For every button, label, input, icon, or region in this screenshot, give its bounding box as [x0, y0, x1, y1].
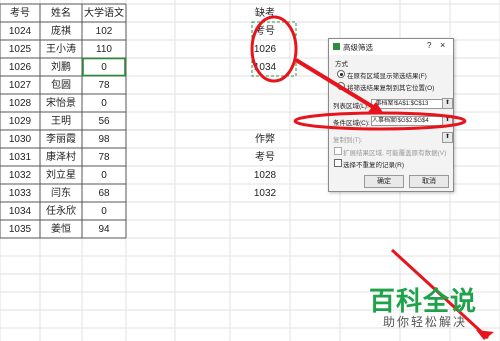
table-cell[interactable]: 0: [82, 97, 126, 110]
table-cell[interactable]: 1033: [0, 187, 40, 200]
table-cell[interactable]: 任永欣: [40, 205, 82, 218]
dialog-title: 高级筛选: [343, 43, 373, 52]
criteria-range-input[interactable]: 人事档案!$G$2:$G$4: [371, 116, 443, 126]
column-header[interactable]: 大学语文: [82, 7, 126, 20]
criteria-cell[interactable]: 考号: [240, 25, 290, 38]
table-cell[interactable]: 68: [82, 187, 126, 200]
criteria-cell[interactable]: 1034: [240, 61, 290, 74]
table-cell[interactable]: 0: [82, 205, 126, 218]
copy-to-picker-icon[interactable]: ⬆: [442, 132, 453, 143]
cheat-header-cell[interactable]: 作弊: [240, 133, 290, 146]
table-cell[interactable]: 1024: [0, 25, 40, 38]
table-cell[interactable]: 姜恒: [40, 223, 82, 236]
table-cell[interactable]: 1026: [0, 61, 40, 74]
radio-copy[interactable]: [337, 82, 345, 90]
unique-label[interactable]: 选择不重复的记录(R): [343, 159, 404, 169]
cancel-button[interactable]: 取消: [409, 175, 449, 188]
expand-checkbox[interactable]: [334, 147, 342, 155]
table-cell[interactable]: 1029: [0, 115, 40, 128]
cheat-cell[interactable]: 1032: [240, 187, 290, 200]
table-cell[interactable]: 刘立星: [40, 169, 82, 182]
mode-label: 方式: [335, 61, 348, 68]
table-cell[interactable]: 刘鹏: [40, 61, 82, 74]
dialog-title-bar: 高级筛选 ? ×: [329, 39, 453, 55]
table-cell[interactable]: 1028: [0, 97, 40, 110]
unique-checkbox[interactable]: [334, 159, 342, 167]
table-cell[interactable]: 102: [82, 25, 126, 38]
table-cell[interactable]: 78: [82, 151, 126, 164]
table-cell[interactable]: 78: [82, 79, 126, 92]
column-header[interactable]: 姓名: [40, 7, 82, 20]
table-cell[interactable]: 庞祺: [40, 25, 82, 38]
close-button[interactable]: ×: [440, 40, 445, 50]
table-cell[interactable]: 1031: [0, 151, 40, 164]
radio-inplace[interactable]: [337, 70, 345, 78]
expand-label: 扩展结果区域, 可能覆盖原有数据(V): [343, 150, 447, 157]
cheat-cell[interactable]: 考号: [240, 151, 290, 164]
table-cell[interactable]: 0: [82, 61, 126, 74]
ok-button[interactable]: 确定: [364, 175, 404, 188]
criteria-header-cell[interactable]: 缺考: [240, 7, 290, 20]
advanced-filter-dialog: 高级筛选 ? × 方式 在原有区域显示筛选结果(F) 将筛选结果复制到其它位置(…: [328, 38, 454, 192]
table-cell[interactable]: 王小涛: [40, 43, 82, 56]
table-cell[interactable]: 李丽霞: [40, 133, 82, 146]
watermark-tagline: 助你轻松解决: [383, 315, 468, 329]
table-cell[interactable]: 1025: [0, 43, 40, 56]
table-cell[interactable]: 98: [82, 133, 126, 146]
table-cell[interactable]: 1035: [0, 223, 40, 236]
help-button[interactable]: ?: [427, 41, 431, 50]
criteria-range-picker-icon[interactable]: ⬆: [442, 115, 453, 126]
criteria-range-label: 条件区域(C):: [333, 120, 370, 127]
table-cell[interactable]: 56: [82, 115, 126, 128]
table-cell[interactable]: 1032: [0, 169, 40, 182]
table-cell[interactable]: 94: [82, 223, 126, 236]
table-cell[interactable]: 包圆: [40, 79, 82, 92]
table-cell[interactable]: 1030: [0, 133, 40, 146]
radio-inplace-label[interactable]: 在原有区域显示筛选结果(F): [347, 70, 427, 80]
table-cell[interactable]: 110: [82, 43, 126, 56]
table-cell[interactable]: 1027: [0, 79, 40, 92]
list-range-picker-icon[interactable]: ⬆: [442, 98, 453, 109]
list-range-label: 列表区域(L):: [333, 103, 369, 110]
copy-to-label: 复制到(T):: [333, 137, 363, 144]
table-cell[interactable]: 1034: [0, 205, 40, 218]
table-cell[interactable]: 0: [82, 169, 126, 182]
table-cell[interactable]: 王明: [40, 115, 82, 128]
list-range-input[interactable]: _事档案!$A$1:$C$13: [371, 99, 443, 109]
table-cell[interactable]: 宋怡景: [40, 97, 82, 110]
radio-copy-label[interactable]: 将筛选结果复制到其它位置(O): [347, 82, 434, 92]
column-header[interactable]: 考号: [0, 7, 40, 20]
criteria-cell[interactable]: 1026: [240, 43, 290, 56]
excel-icon: [333, 43, 340, 50]
cheat-cell[interactable]: 1028: [240, 169, 290, 182]
table-cell[interactable]: 闫东: [40, 187, 82, 200]
table-cell[interactable]: 康泽村: [40, 151, 82, 164]
